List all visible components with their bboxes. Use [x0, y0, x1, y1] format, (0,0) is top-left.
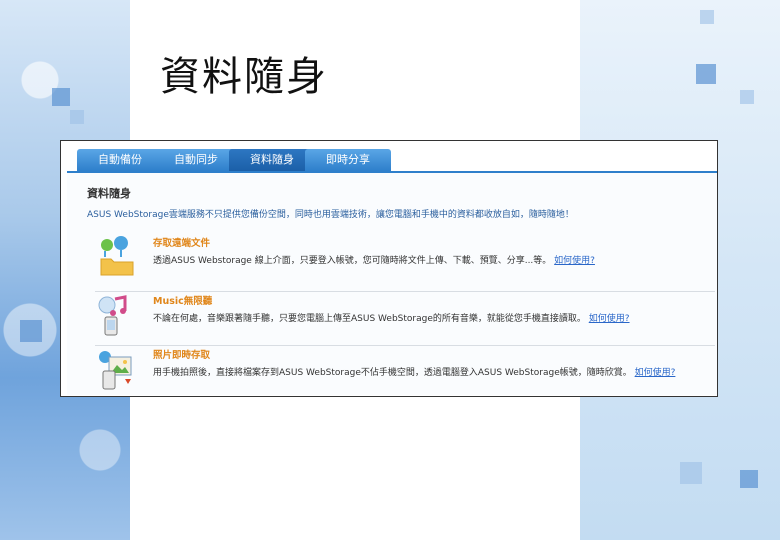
feature-text: 用手機拍照後，直接將檔案存到ASUS WebStorage不佔手機空間，透過電腦… [153, 368, 676, 378]
tab-auto-sync[interactable]: 自動同步 [153, 149, 239, 171]
feature-text: 不論在何處，音樂跟著隨手聽，只要您電腦上傳至ASUS WebStorage的所有… [153, 314, 630, 324]
decor-square [696, 64, 716, 84]
how-to-use-link[interactable]: 如何使用? [554, 256, 595, 266]
decor-square [700, 10, 714, 24]
divider [95, 345, 715, 346]
photo-phone-icon [99, 351, 132, 390]
how-to-use-link[interactable]: 如何使用? [635, 368, 676, 378]
decor-square [740, 90, 754, 104]
feature-title: Music無限聽 [153, 296, 213, 307]
feature-photos: 照片即時存取 用手機拍照後，直接將檔案存到ASUS WebStorage不佔手機… [95, 347, 715, 399]
tab-bar: 自動備份 自動同步 資料隨身 即時分享 [61, 141, 717, 171]
divider [95, 291, 715, 292]
tab-data-mobile[interactable]: 資料隨身 [229, 149, 315, 171]
feature-music: Music無限聽 不論在何處，音樂跟著隨手聽，只要您電腦上傳至ASUS WebS… [95, 293, 715, 345]
feature-title: 存取遠端文件 [153, 238, 211, 249]
decor-square [740, 470, 758, 488]
decor-square [52, 88, 70, 106]
decor-square [680, 462, 702, 484]
feature-text: 透過ASUS Webstorage 線上介面，只要登入帳號，您可隨時將文件上傳、… [153, 256, 595, 266]
decor-square [20, 320, 42, 342]
music-phone-icon [98, 295, 127, 336]
feature-title: 照片即時存取 [153, 350, 211, 361]
section-description: ASUS WebStorage雲端服務不只提供您備份空間，同時也用雲端技術，讓您… [87, 210, 574, 220]
slide-title: 資料隨身 [160, 54, 328, 100]
how-to-use-link[interactable]: 如何使用? [589, 314, 630, 324]
tab-content: 資料隨身 ASUS WebStorage雲端服務不只提供您備份空間，同時也用雲端… [67, 173, 717, 395]
feature-remote-files: 存取遠端文件 透過ASUS Webstorage 線上介面，只要登入帳號，您可隨… [95, 235, 715, 287]
webstorage-panel: 自動備份 自動同步 資料隨身 即時分享 資料隨身 ASUS WebStorage… [60, 140, 718, 397]
section-title: 資料隨身 [87, 187, 131, 200]
tab-auto-backup[interactable]: 自動備份 [77, 149, 163, 171]
tab-instant-share[interactable]: 即時分享 [305, 149, 391, 171]
folder-cloud-icon [100, 236, 134, 276]
decor-square [70, 110, 84, 124]
